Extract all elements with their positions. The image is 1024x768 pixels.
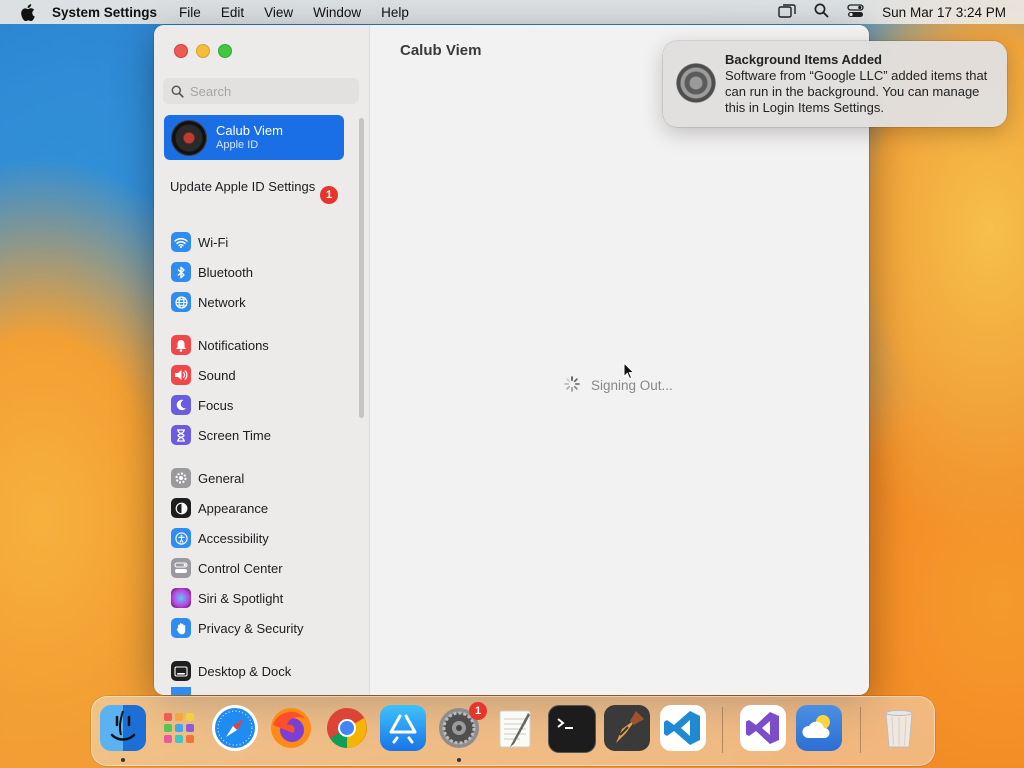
menu-app-name[interactable]: System Settings bbox=[52, 5, 157, 20]
sidebar-item-network[interactable]: Network bbox=[171, 291, 246, 313]
sidebar-item-label: Privacy & Security bbox=[198, 620, 304, 636]
loading-spinner-icon bbox=[564, 376, 580, 392]
search-placeholder: Search bbox=[190, 83, 232, 99]
menu-help[interactable]: Help bbox=[381, 5, 409, 20]
sidebar-item-label: Screen Time bbox=[198, 427, 271, 443]
control-center-icon bbox=[171, 558, 191, 578]
sidebar: Search Calub Viem Apple ID Update Apple … bbox=[154, 25, 370, 695]
mouse-cursor-icon bbox=[623, 362, 635, 380]
dock-icon bbox=[171, 661, 191, 681]
bell-icon bbox=[171, 335, 191, 355]
menu-file[interactable]: File bbox=[179, 5, 201, 20]
notification-title: Background Items Added bbox=[725, 52, 882, 67]
wifi-icon bbox=[171, 232, 191, 252]
chrome-icon[interactable] bbox=[324, 705, 370, 751]
finder-running-indicator bbox=[121, 758, 125, 762]
sidebar-item-screen-time[interactable]: Screen Time bbox=[171, 424, 271, 446]
sidebar-item-siri-spotlight[interactable]: Siri & Spotlight bbox=[171, 587, 283, 609]
window-controls bbox=[174, 44, 232, 58]
appearance-icon bbox=[171, 498, 191, 518]
sidebar-item-label: Appearance bbox=[198, 500, 269, 516]
settings-dock-badge: 1 bbox=[469, 702, 487, 720]
dock-separator bbox=[860, 707, 861, 753]
search-field[interactable]: Search bbox=[163, 78, 359, 104]
sidebar-item-notifications[interactable]: Notifications bbox=[171, 334, 269, 356]
sidebar-item-desktop-dock[interactable]: Desktop & Dock bbox=[171, 660, 291, 682]
minimize-button[interactable] bbox=[196, 44, 210, 58]
profile-name: Calub Viem bbox=[216, 123, 283, 138]
apple-id-profile[interactable]: Calub Viem Apple ID bbox=[164, 115, 344, 160]
sidebar-item-general[interactable]: General bbox=[171, 467, 244, 489]
update-apple-id-settings[interactable]: Update Apple ID Settings bbox=[170, 179, 340, 195]
sidebar-item-sound[interactable]: Sound bbox=[171, 364, 236, 386]
sidebar-item-label: Bluetooth bbox=[198, 264, 253, 280]
sidebar-scrollbar[interactable] bbox=[359, 118, 364, 418]
accessibility-icon bbox=[171, 528, 191, 548]
bluetooth-icon bbox=[171, 262, 191, 282]
safari-icon[interactable] bbox=[212, 705, 258, 751]
sidebar-item-accessibility[interactable]: Accessibility bbox=[171, 527, 269, 549]
hourglass-icon bbox=[171, 425, 191, 445]
sidebar-item-label: Notifications bbox=[198, 337, 269, 353]
sidebar-item-label: Network bbox=[198, 294, 246, 310]
weather-icon[interactable] bbox=[796, 705, 842, 751]
instruments-icon[interactable] bbox=[604, 705, 650, 751]
sidebar-item-partial bbox=[171, 687, 198, 695]
menu-edit[interactable]: Edit bbox=[221, 5, 244, 20]
menu-window[interactable]: Window bbox=[313, 5, 361, 20]
moon-icon bbox=[171, 395, 191, 415]
screen-mirroring-icon[interactable] bbox=[778, 3, 796, 21]
gear-icon bbox=[171, 468, 191, 488]
page-title: Calub Viem bbox=[400, 42, 482, 59]
profile-subtitle: Apple ID bbox=[216, 139, 259, 151]
sidebar-item-wifi[interactable]: Wi-Fi bbox=[171, 231, 228, 253]
sidebar-item-appearance[interactable]: Appearance bbox=[171, 497, 268, 519]
sidebar-item-label: Wi-Fi bbox=[198, 234, 229, 250]
spotlight-search-icon[interactable] bbox=[814, 3, 829, 21]
sidebar-item-label: Accessibility bbox=[198, 530, 269, 546]
visual-studio-icon[interactable] bbox=[740, 705, 786, 751]
menu-clock[interactable]: Sun Mar 17 3:24 PM bbox=[882, 5, 1006, 20]
search-icon bbox=[171, 85, 184, 98]
display-icon bbox=[171, 687, 191, 695]
signing-out-status: Signing Out... bbox=[591, 378, 673, 393]
firefox-icon[interactable] bbox=[268, 705, 314, 751]
sidebar-item-label: Sound bbox=[198, 367, 236, 383]
sidebar-item-bluetooth[interactable]: Bluetooth bbox=[171, 261, 253, 283]
sidebar-item-focus[interactable]: Focus bbox=[171, 394, 233, 416]
trash-icon[interactable] bbox=[876, 705, 922, 751]
speaker-icon bbox=[171, 365, 191, 385]
dock-separator bbox=[722, 707, 723, 753]
sidebar-item-label: Desktop & Dock bbox=[198, 663, 292, 679]
control-center-icon[interactable] bbox=[847, 3, 864, 21]
dock: 1 bbox=[91, 696, 935, 766]
settings-running-indicator bbox=[457, 758, 461, 762]
system-settings-gear-icon bbox=[676, 63, 716, 103]
sidebar-item-label: Control Center bbox=[198, 560, 283, 576]
launchpad-icon[interactable] bbox=[156, 705, 202, 751]
app-store-icon[interactable] bbox=[380, 705, 426, 751]
siri-icon bbox=[171, 588, 191, 608]
sidebar-item-label: Siri & Spotlight bbox=[198, 590, 284, 606]
finder-icon[interactable] bbox=[100, 705, 146, 751]
sidebar-item-label: Focus bbox=[198, 397, 234, 413]
sidebar-item-label: General bbox=[198, 470, 245, 486]
textedit-icon[interactable] bbox=[492, 705, 538, 751]
menu-bar: System Settings File Edit View Window He… bbox=[0, 0, 1024, 24]
sidebar-item-privacy-security[interactable]: Privacy & Security bbox=[171, 617, 303, 639]
avatar bbox=[171, 119, 207, 156]
hand-icon bbox=[171, 618, 191, 638]
background-items-notification[interactable]: Background Items Added Software from “Go… bbox=[663, 41, 1007, 127]
update-badge: 1 bbox=[320, 186, 338, 204]
notification-body: Software from “Google LLC” added items t… bbox=[725, 68, 988, 115]
menu-view[interactable]: View bbox=[264, 5, 293, 20]
zoom-button[interactable] bbox=[218, 44, 232, 58]
sidebar-item-control-center[interactable]: Control Center bbox=[171, 557, 283, 579]
apple-menu-icon[interactable] bbox=[18, 3, 36, 21]
terminal-icon[interactable] bbox=[548, 705, 596, 753]
close-button[interactable] bbox=[174, 44, 188, 58]
visual-studio-code-icon[interactable] bbox=[660, 705, 706, 751]
globe-icon bbox=[171, 292, 191, 312]
